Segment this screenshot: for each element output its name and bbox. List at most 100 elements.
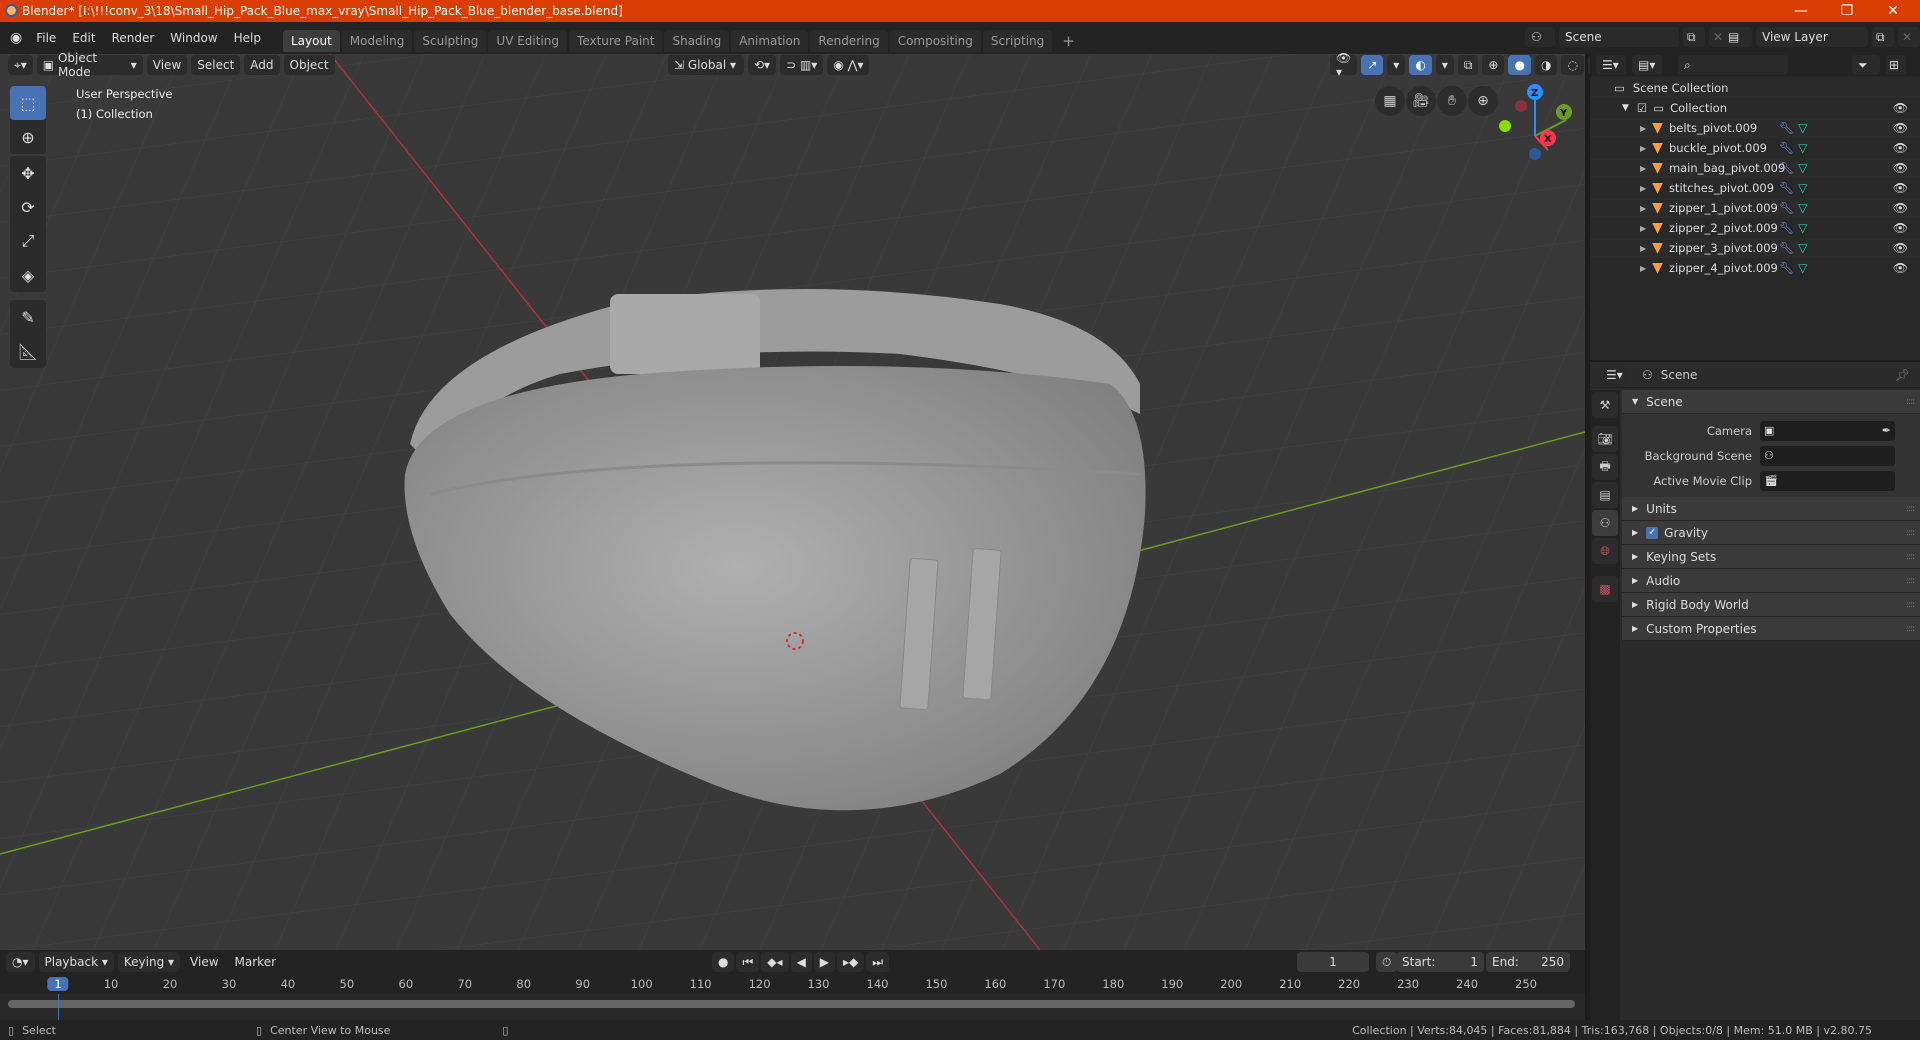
tab-shading[interactable]: Shading bbox=[664, 30, 730, 52]
gizmo-neg-y-icon[interactable] bbox=[1499, 120, 1511, 132]
pin-icon[interactable]: 📌︎ bbox=[1895, 368, 1910, 382]
view-layer-name-field[interactable]: View Layer bbox=[1756, 27, 1868, 47]
visibility-eye-icon[interactable]: 👁︎ bbox=[1893, 221, 1908, 235]
mesh-data-icon[interactable]: ▽ bbox=[1798, 141, 1807, 155]
proportional-editing-icon[interactable]: ◉ ⋀▾ bbox=[827, 55, 870, 75]
blender-menu-icon[interactable]: ◉ bbox=[10, 30, 22, 46]
visibility-selectability-icon[interactable]: 👁︎▾ bbox=[1330, 51, 1358, 79]
collection-row[interactable]: ▼ ☑ ▭ Collection 👁︎ bbox=[1590, 98, 1920, 118]
tab-modeling[interactable]: Modeling bbox=[341, 30, 413, 52]
outliner-object-row[interactable]: ▶ ▼ stitches_pivot.009 🔧︎ ▽ 👁︎ bbox=[1590, 178, 1920, 198]
outliner-object-row[interactable]: ▶ ▼ zipper_2_pivot.009 🔧︎ ▽ 👁︎ bbox=[1590, 218, 1920, 238]
measure-tool-icon[interactable]: 📐︎ bbox=[10, 334, 46, 368]
playback-menu[interactable]: Playback ▾ bbox=[38, 952, 114, 972]
tab-texture-paint[interactable]: Texture Paint bbox=[569, 30, 663, 52]
eyedropper-icon[interactable]: ✒ bbox=[1882, 424, 1891, 437]
panel-custom-properties[interactable]: ▶ Custom Properties:::: bbox=[1622, 617, 1920, 641]
view-menu[interactable]: View bbox=[146, 55, 188, 75]
zoom-icon[interactable]: ⊕ bbox=[1468, 86, 1498, 116]
editor-type-icon[interactable]: ⌖▾ bbox=[8, 55, 33, 75]
expand-arrow-icon[interactable]: ▼ bbox=[1622, 103, 1629, 113]
panel-units[interactable]: ▶ Units:::: bbox=[1622, 497, 1920, 521]
marker-menu[interactable]: Marker bbox=[229, 952, 282, 972]
expand-arrow-icon[interactable]: ▶ bbox=[1640, 264, 1646, 273]
new-view-layer-icon[interactable]: ⧉ bbox=[1872, 27, 1894, 47]
delete-view-layer-icon[interactable]: ✕ bbox=[1898, 27, 1920, 47]
visibility-eye-icon[interactable]: 👁︎ bbox=[1893, 201, 1908, 215]
xray-toggle-icon[interactable]: ⧉ bbox=[1457, 55, 1479, 75]
scene-name-field[interactable]: Scene bbox=[1559, 27, 1679, 47]
start-frame-field[interactable]: Start: 1 bbox=[1396, 952, 1484, 972]
drag-handle-icon[interactable]: :::: bbox=[1906, 552, 1915, 562]
tab-scripting[interactable]: Scripting bbox=[982, 30, 1053, 52]
camera-icon[interactable]: 🎥︎ bbox=[1406, 86, 1436, 116]
output-tab-icon[interactable]: 🖶 bbox=[1592, 454, 1618, 480]
tab-rendering[interactable]: Rendering bbox=[810, 30, 888, 52]
current-frame-indicator[interactable]: 1 bbox=[47, 977, 69, 991]
jump-start-button[interactable]: ⏮ bbox=[736, 952, 760, 972]
drag-handle-icon[interactable]: :::: bbox=[1906, 528, 1915, 538]
minimize-button[interactable]: — bbox=[1778, 0, 1824, 22]
texture-tab-icon[interactable]: ▩ bbox=[1592, 576, 1618, 602]
visibility-eye-icon[interactable]: 👁︎ bbox=[1893, 261, 1908, 275]
visibility-eye-icon[interactable]: 👁︎ bbox=[1893, 141, 1908, 155]
properties-editor-type-icon[interactable]: ☰▾ bbox=[1600, 364, 1630, 385]
scene-tab-icon[interactable]: ⚇ bbox=[1592, 510, 1618, 536]
background-scene-field[interactable]: ⚇ bbox=[1760, 445, 1895, 466]
outliner-object-row[interactable]: ▶ ▼ zipper_1_pivot.009 🔧︎ ▽ 👁︎ bbox=[1590, 198, 1920, 218]
outliner-object-row[interactable]: ▶ ▼ main_bag_pivot.009 🔧︎ ▽ 👁︎ bbox=[1590, 158, 1920, 178]
gizmo-neg-x-icon[interactable] bbox=[1515, 100, 1527, 112]
mode-dropdown[interactable]: ▣ Object Mode ▾ bbox=[36, 51, 143, 79]
mesh-data-icon[interactable]: ▽ bbox=[1798, 201, 1807, 215]
drag-handle-icon[interactable]: :::: bbox=[1906, 624, 1915, 634]
display-mode-icon[interactable]: ▤▾ bbox=[1632, 55, 1662, 75]
tab-layout[interactable]: Layout bbox=[282, 30, 340, 52]
add-menu[interactable]: Add bbox=[244, 55, 280, 75]
end-frame-field[interactable]: End: 250 bbox=[1486, 952, 1570, 972]
expand-arrow-icon[interactable]: ▶ bbox=[1640, 184, 1646, 193]
close-button[interactable]: ✕ bbox=[1870, 0, 1916, 22]
filter-icon[interactable]: ⏷ bbox=[1852, 55, 1880, 75]
timeline-editor-type-icon[interactable]: ◔▾ bbox=[6, 952, 35, 972]
record-button[interactable]: ● bbox=[712, 952, 735, 972]
expand-arrow-icon[interactable]: ▶ bbox=[1640, 224, 1646, 233]
visibility-eye-icon[interactable]: 👁︎ bbox=[1893, 121, 1908, 135]
modifier-wrench-icon[interactable]: 🔧︎ bbox=[1779, 181, 1794, 195]
expand-arrow-icon[interactable]: ▶ bbox=[1640, 144, 1646, 153]
drag-handle-icon[interactable]: :::: bbox=[1906, 397, 1915, 407]
modifier-wrench-icon[interactable]: 🔧︎ bbox=[1779, 241, 1794, 255]
overlays-toggle-icon[interactable]: ◐ bbox=[1409, 55, 1432, 75]
menu-edit[interactable]: Edit bbox=[64, 31, 103, 45]
tab-uv-editing[interactable]: UV Editing bbox=[488, 30, 568, 52]
gizmo-toggle-icon[interactable]: ↗ bbox=[1361, 55, 1384, 75]
visibility-eye-icon[interactable]: 👁︎ bbox=[1893, 101, 1908, 115]
transform-orientation-dropdown[interactable]: ⇲ Global ▾ bbox=[668, 55, 744, 75]
world-tab-icon[interactable]: 🌐︎ bbox=[1592, 538, 1618, 564]
camera-field[interactable]: ▣ ✒ bbox=[1760, 420, 1895, 441]
visibility-eye-icon[interactable]: 👁︎ bbox=[1893, 241, 1908, 255]
outliner-editor-type-icon[interactable]: ☰▾ bbox=[1596, 55, 1626, 75]
pan-hand-icon[interactable]: ✋︎ bbox=[1437, 86, 1467, 116]
toggle-camera-view-icon[interactable]: ▦ bbox=[1375, 86, 1405, 116]
expand-arrow-icon[interactable]: ▶ bbox=[1640, 204, 1646, 213]
modifier-wrench-icon[interactable]: 🔧︎ bbox=[1779, 201, 1794, 215]
tab-animation[interactable]: Animation bbox=[731, 30, 809, 52]
menu-window[interactable]: Window bbox=[162, 31, 225, 45]
gizmo-neg-z-icon[interactable] bbox=[1529, 148, 1541, 160]
outliner-object-row[interactable]: ▶ ▼ belts_pivot.009 🔧︎ ▽ 👁︎ bbox=[1590, 118, 1920, 138]
view-layer-browse-icon[interactable]: ▤ bbox=[1722, 27, 1752, 47]
panel-keying-sets[interactable]: ▶ Keying Sets:::: bbox=[1622, 545, 1920, 569]
scene-browse-icon[interactable]: ⚇ bbox=[1525, 27, 1555, 47]
rotate-tool-icon[interactable]: ⟳ bbox=[10, 190, 46, 224]
menu-help[interactable]: Help bbox=[226, 31, 269, 45]
mesh-data-icon[interactable]: ▽ bbox=[1798, 221, 1807, 235]
stopwatch-icon[interactable]: ⏱ bbox=[1376, 952, 1398, 972]
prev-keyframe-button[interactable]: ◆◂ bbox=[761, 952, 789, 972]
3d-viewport[interactable]: Z Y X User Perspective (1) Collection ▦ … bbox=[0, 54, 1585, 950]
next-keyframe-button[interactable]: ▸◆ bbox=[837, 952, 865, 972]
snap-toggle-icon[interactable]: ⊃ ▥▾ bbox=[780, 55, 824, 75]
tab-sculpting[interactable]: Sculpting bbox=[414, 30, 487, 52]
timeline-view-menu[interactable]: View bbox=[184, 952, 224, 972]
annotate-tool-icon[interactable]: ✎ bbox=[10, 300, 46, 334]
wireframe-shading-icon[interactable]: ⊕ bbox=[1482, 55, 1505, 75]
